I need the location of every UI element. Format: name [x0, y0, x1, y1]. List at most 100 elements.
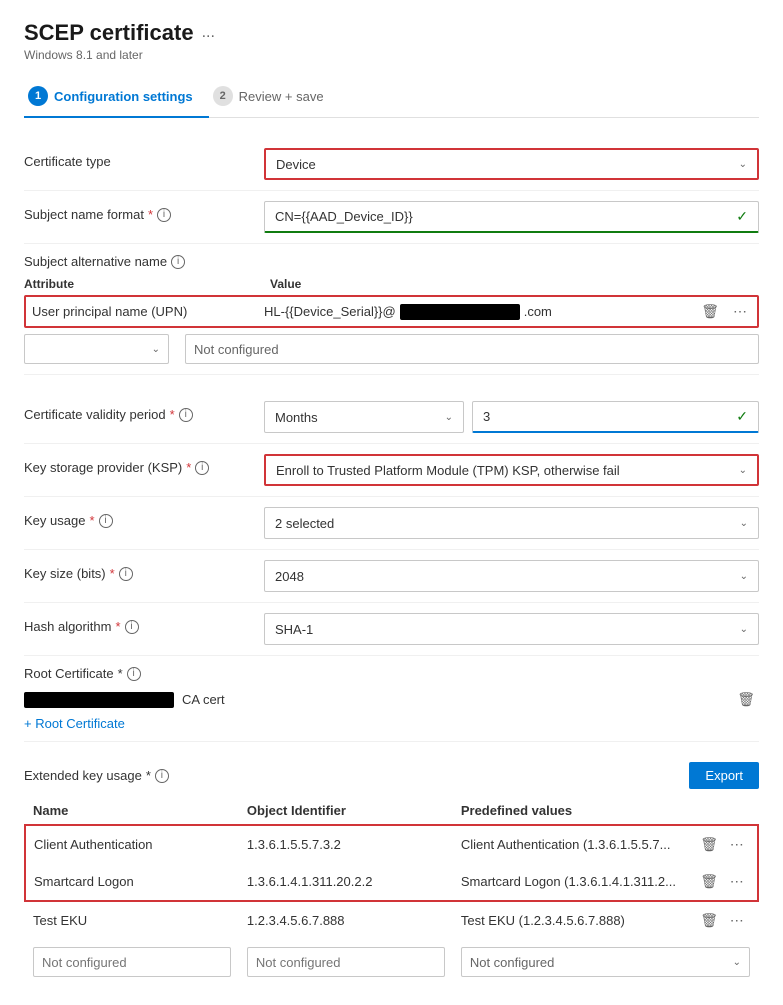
hash-info-icon[interactable]: i	[125, 620, 139, 634]
subject-name-format-dropdown[interactable]: CN={{AAD_Device_ID}} ✓	[264, 201, 759, 233]
eku-predefined-test: Test EKU (1.2.3.4.5.6.7.888)	[453, 901, 688, 939]
root-cert-info-icon[interactable]: i	[127, 667, 141, 681]
key-size-required: *	[110, 566, 115, 581]
tab-number-2: 2	[213, 86, 233, 106]
eku-name-input[interactable]	[33, 947, 231, 977]
key-size-control: 2048 ⌄	[264, 560, 759, 592]
eku-actions-smartcard: 🗑 ⋯	[688, 863, 758, 901]
eku-oid-input[interactable]	[247, 947, 445, 977]
ksp-label: Key storage provider (KSP) * i	[24, 454, 264, 475]
eku-row-client-auth: Client Authentication 1.3.6.1.5.5.7.3.2 …	[25, 825, 758, 863]
eku-actions-test: 🗑 ⋯	[688, 901, 758, 939]
page-subtitle: Windows 8.1 and later	[24, 48, 759, 62]
eku-info-icon[interactable]: i	[155, 769, 169, 783]
validity-info-icon[interactable]: i	[179, 408, 193, 422]
form-section: Certificate type Device ⌄ Subject name f…	[24, 138, 759, 985]
hash-chevron-icon: ⌄	[740, 624, 748, 635]
required-marker: *	[148, 207, 153, 222]
eku-predefined-chevron: ⌄	[733, 957, 741, 968]
ksp-info-icon[interactable]: i	[195, 461, 209, 475]
san-val-upn: HL-{{Device_Serial}}@ .com	[264, 304, 681, 320]
eku-more-test[interactable]: ⋯	[726, 910, 748, 931]
certificate-type-row: Certificate type Device ⌄	[24, 138, 759, 191]
eku-more-smartcard[interactable]: ⋯	[726, 871, 748, 892]
hash-algorithm-control: SHA-1 ⌄	[264, 613, 759, 645]
validity-number-value: 3	[483, 409, 490, 424]
tabs-container: 1 Configuration settings 2 Review + save	[24, 78, 759, 118]
eku-more-client-auth[interactable]: ⋯	[726, 834, 748, 855]
chevron-down-icon: ⌄	[739, 159, 747, 170]
key-size-chevron-icon: ⌄	[740, 571, 748, 582]
san-val-suffix: .com	[524, 304, 552, 319]
root-cert-row: Root Certificate * i CA cert 🗑 + Root Ce…	[24, 656, 759, 742]
eku-name-client-auth: Client Authentication	[25, 825, 239, 863]
validity-number-field[interactable]: 3 ✓	[472, 401, 759, 433]
root-cert-label: Root Certificate	[24, 666, 114, 681]
key-size-value: 2048	[275, 569, 304, 584]
eku-col-name: Name	[25, 797, 239, 825]
subject-name-format-value: CN={{AAD_Device_ID}}	[275, 209, 413, 224]
info-icon[interactable]: i	[157, 208, 171, 222]
hash-algorithm-value: SHA-1	[275, 622, 313, 637]
eku-row-new: Not configured ⌄	[25, 939, 758, 985]
validity-inputs: Months ⌄ 3 ✓	[264, 401, 759, 433]
key-usage-row: Key usage * i 2 selected ⌄	[24, 497, 759, 550]
subject-name-format-label: Subject name format * i	[24, 201, 264, 222]
add-root-cert-link[interactable]: + Root Certificate	[24, 716, 125, 731]
key-size-info-icon[interactable]: i	[119, 567, 133, 581]
eku-section: Extended key usage * i Export Name Objec…	[24, 754, 759, 985]
eku-oid-new[interactable]	[239, 939, 453, 985]
san-second-row: ⌄ Not configured	[24, 334, 759, 364]
eku-oid-test: 1.2.3.4.5.6.7.888	[239, 901, 453, 939]
hash-algorithm-row: Hash algorithm * i SHA-1 ⌄	[24, 603, 759, 656]
eku-predefined-dropdown[interactable]: Not configured ⌄	[461, 947, 750, 977]
san-attr-dropdown[interactable]: ⌄	[24, 334, 169, 364]
validity-unit-dropdown[interactable]: Months ⌄	[264, 401, 464, 433]
san-label: Subject alternative name	[24, 254, 167, 269]
certificate-type-dropdown[interactable]: Device ⌄	[264, 148, 759, 180]
san-delete-button[interactable]: 🗑	[697, 301, 723, 322]
eku-delete-test[interactable]: 🗑	[696, 910, 722, 931]
ksp-required: *	[186, 460, 191, 475]
certificate-type-label: Certificate type	[24, 148, 264, 169]
export-button[interactable]: Export	[689, 762, 759, 789]
eku-delete-client-auth[interactable]: 🗑	[696, 834, 722, 855]
key-size-label: Key size (bits) * i	[24, 560, 264, 581]
subject-name-format-control: CN={{AAD_Device_ID}} ✓	[264, 201, 759, 233]
eku-actions-client-auth: 🗑 ⋯	[688, 825, 758, 863]
san-chevron-icon: ⌄	[152, 344, 160, 355]
eku-delete-smartcard[interactable]: 🗑	[696, 871, 722, 892]
eku-name-new[interactable]	[25, 939, 239, 985]
subject-alt-name-section: Subject alternative name i Attribute Val…	[24, 244, 759, 375]
key-size-dropdown[interactable]: 2048 ⌄	[264, 560, 759, 592]
tab-review-save[interactable]: 2 Review + save	[209, 78, 340, 118]
hash-algorithm-dropdown[interactable]: SHA-1 ⌄	[264, 613, 759, 645]
ellipsis-menu-icon[interactable]: ...	[202, 24, 215, 42]
key-usage-label: Key usage * i	[24, 507, 264, 528]
eku-predefined-client-auth: Client Authentication (1.3.6.1.5.5.7...	[453, 825, 688, 863]
ksp-chevron-icon: ⌄	[739, 465, 747, 476]
eku-predefined-placeholder: Not configured	[470, 955, 555, 970]
root-cert-name: CA cert	[182, 692, 225, 707]
validity-required: *	[170, 407, 175, 422]
san-attr-upn: User principal name (UPN)	[32, 304, 248, 319]
san-label-row: Subject alternative name i	[24, 254, 759, 269]
cert-validity-row: Certificate validity period * i Months ⌄…	[24, 391, 759, 444]
cert-validity-control: Months ⌄ 3 ✓	[264, 401, 759, 433]
san-more-button[interactable]: ⋯	[729, 301, 751, 322]
key-usage-info-icon[interactable]: i	[99, 514, 113, 528]
eku-header: Extended key usage * i Export	[24, 754, 759, 793]
eku-predefined-new[interactable]: Not configured ⌄	[453, 939, 758, 985]
eku-name-smartcard: Smartcard Logon	[25, 863, 239, 901]
key-usage-dropdown[interactable]: 2 selected ⌄	[264, 507, 759, 539]
ksp-dropdown[interactable]: Enroll to Trusted Platform Module (TPM) …	[264, 454, 759, 486]
san-row-0: User principal name (UPN) HL-{{Device_Se…	[24, 295, 759, 328]
tab-configuration-settings[interactable]: 1 Configuration settings	[24, 78, 209, 118]
key-usage-control: 2 selected ⌄	[264, 507, 759, 539]
eku-predefined-smartcard: Smartcard Logon (1.3.6.1.4.1.311.2...	[453, 863, 688, 901]
key-usage-required: *	[89, 513, 94, 528]
eku-table: Name Object Identifier Predefined values…	[24, 797, 759, 985]
ksp-control: Enroll to Trusted Platform Module (TPM) …	[264, 454, 759, 486]
root-cert-delete-button[interactable]: 🗑	[733, 689, 759, 710]
san-info-icon[interactable]: i	[171, 255, 185, 269]
